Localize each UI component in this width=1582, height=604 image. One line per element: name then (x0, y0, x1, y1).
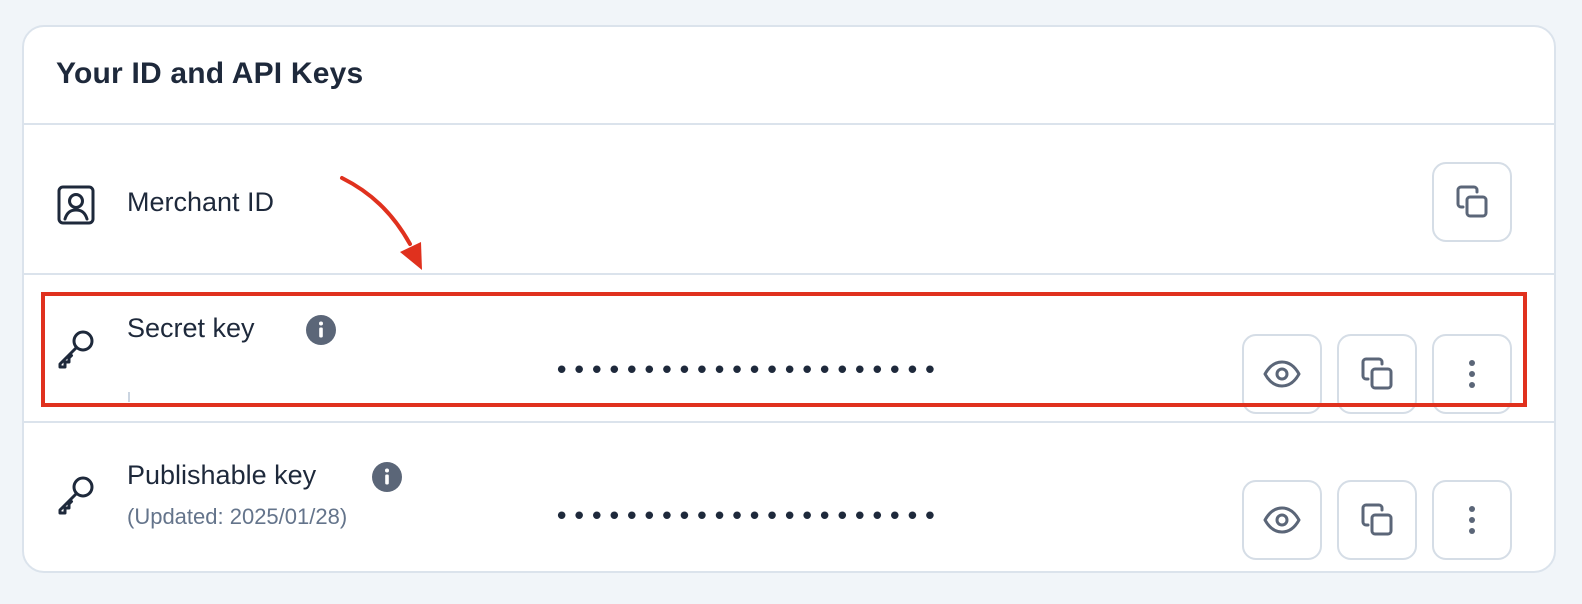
copy-publishable-key-button[interactable] (1337, 480, 1417, 560)
key-icon (54, 473, 98, 517)
publishable-key-row: Publishable key (Updated: 2025/01/28) ••… (24, 425, 1554, 571)
secret-key-label: Secret key (127, 313, 255, 343)
publishable-key-value: •••••••••••••••••••••• (554, 502, 940, 532)
eye-icon (1263, 506, 1301, 534)
secret-key-row: Secret key •••••••••••••••••••••• (24, 277, 1554, 423)
card-title: Your ID and API Keys (56, 57, 364, 90)
secret-key-more-button[interactable] (1432, 334, 1512, 414)
text-cursor (128, 392, 130, 402)
more-vertical-icon (1469, 360, 1475, 388)
api-keys-card: Your ID and API Keys Merchant ID Secret … (22, 25, 1556, 573)
key-icon (54, 327, 98, 371)
user-badge-icon (54, 183, 98, 227)
publishable-key-label: Publishable key (127, 460, 317, 490)
copy-icon (1456, 185, 1488, 218)
publishable-key-more-button[interactable] (1432, 480, 1512, 560)
reveal-secret-key-button[interactable] (1242, 334, 1322, 414)
card-header: Your ID and API Keys (24, 27, 1554, 125)
copy-secret-key-button[interactable] (1337, 334, 1417, 414)
info-icon[interactable] (371, 461, 403, 493)
merchant-id-row: Merchant ID (24, 125, 1554, 275)
publishable-key-updated: (Updated: 2025/01/28) (127, 504, 348, 529)
reveal-publishable-key-button[interactable] (1242, 480, 1322, 560)
merchant-id-label: Merchant ID (127, 187, 275, 217)
copy-icon (1361, 357, 1393, 390)
copy-merchant-id-button[interactable] (1432, 162, 1512, 242)
copy-icon (1361, 503, 1393, 536)
info-icon[interactable] (305, 314, 337, 346)
eye-icon (1263, 360, 1301, 388)
secret-key-value: •••••••••••••••••••••• (554, 356, 940, 386)
more-vertical-icon (1469, 506, 1475, 534)
